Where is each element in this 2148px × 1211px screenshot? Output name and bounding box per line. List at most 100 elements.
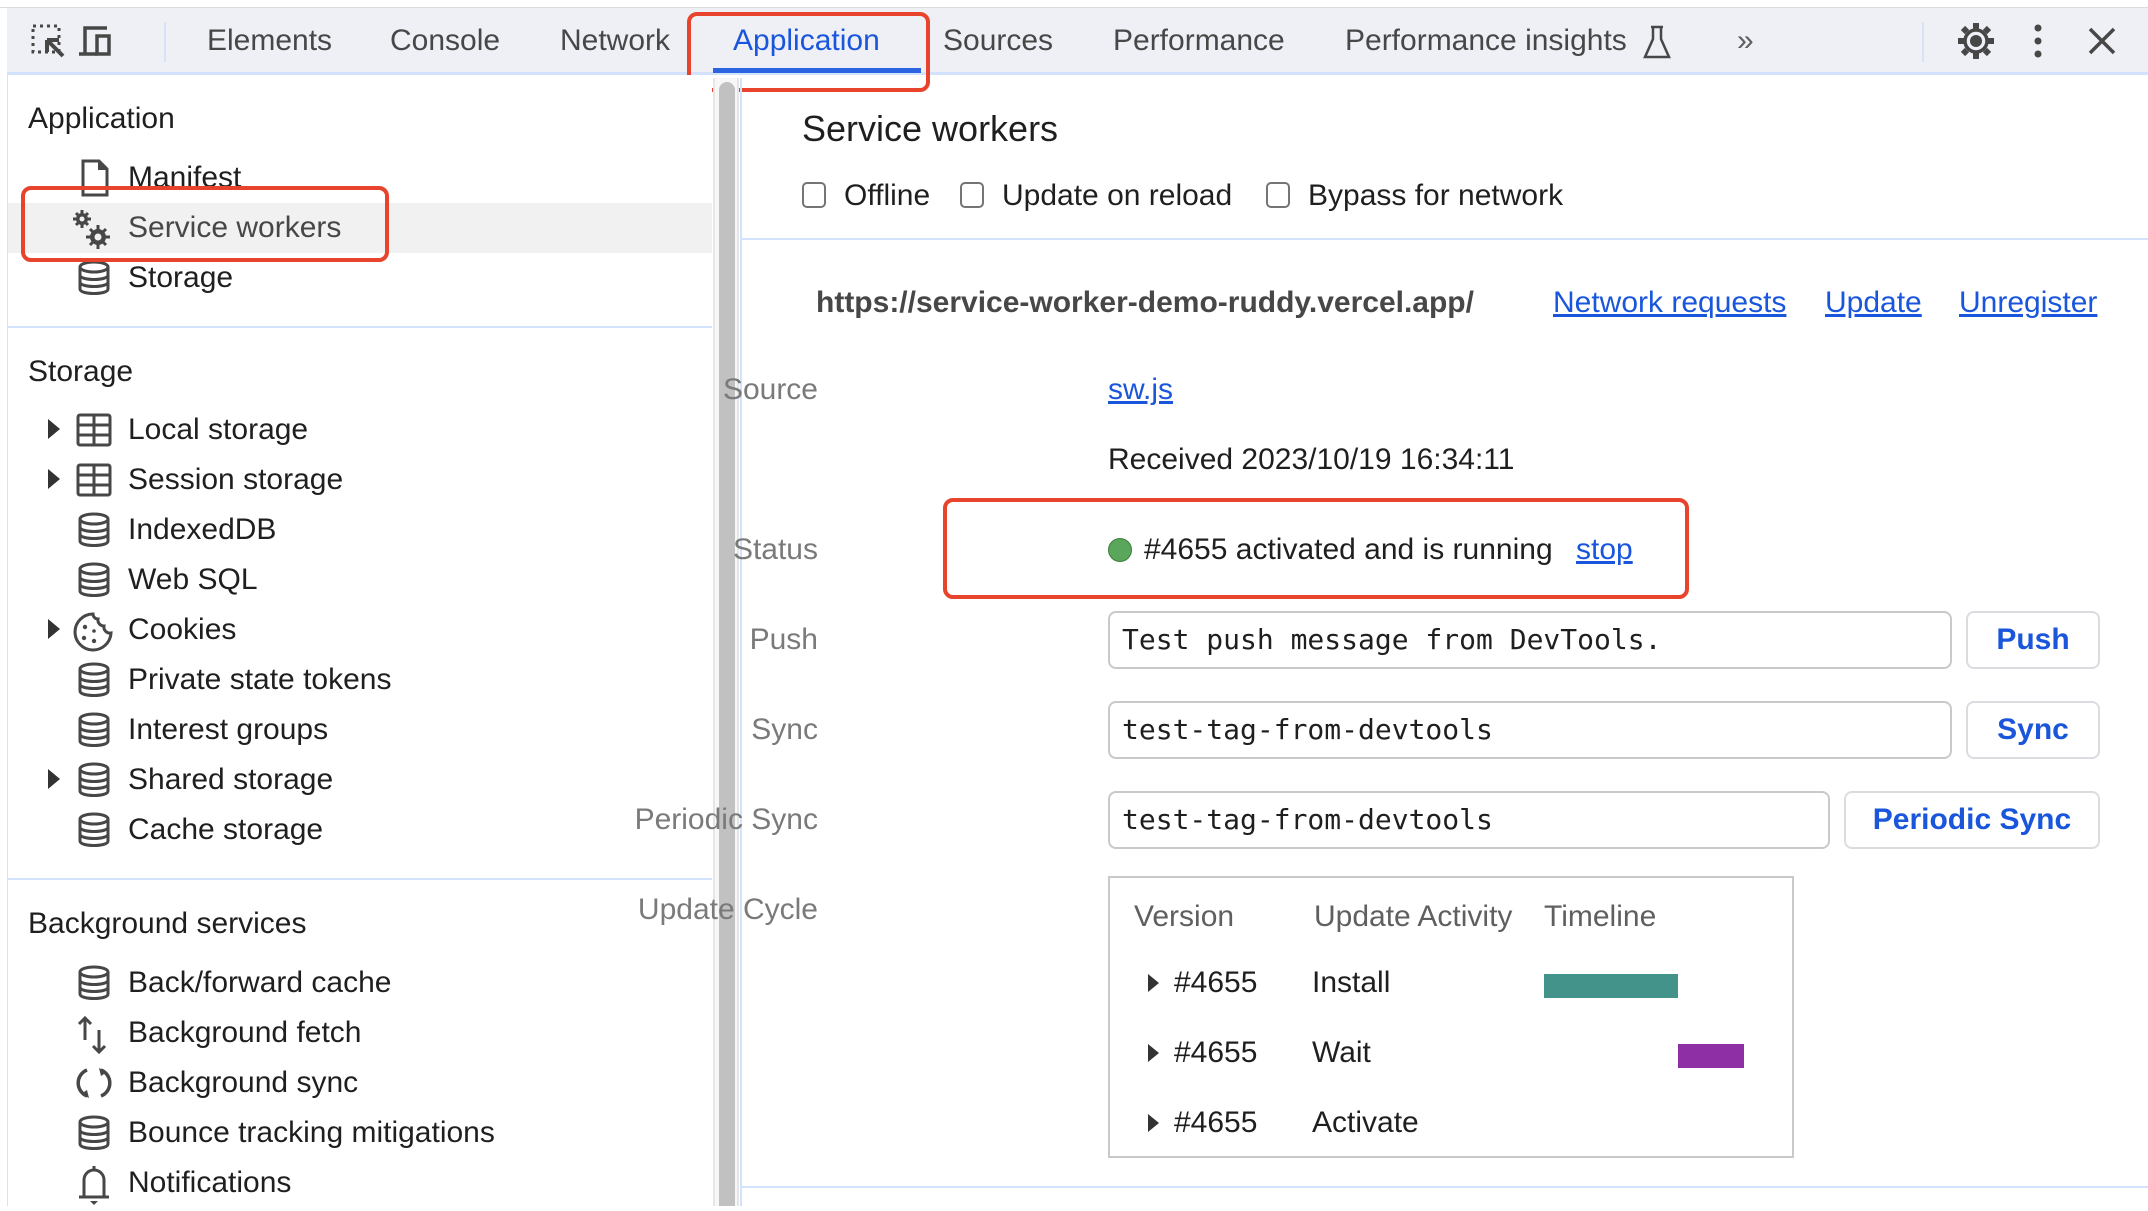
sync-button[interactable]: Sync xyxy=(1966,701,2100,759)
push-message-input[interactable]: Test push message from DevTools. xyxy=(1108,611,1952,669)
device-toolbar-icon[interactable] xyxy=(77,22,117,62)
update-cycle-row[interactable]: #4655 Install xyxy=(1110,960,1792,1010)
checkbox-box[interactable] xyxy=(802,182,826,208)
tab-application[interactable]: Application xyxy=(733,8,880,72)
row-version: #4655 xyxy=(1174,966,1258,999)
sidebar-item-bounce-tracking-mitigations[interactable]: Bounce tracking mitigations xyxy=(8,1108,712,1158)
inspect-element-icon[interactable] xyxy=(29,22,69,62)
sidebar-item-label: IndexedDB xyxy=(128,513,277,546)
sidebar-item-background-fetch[interactable]: Background fetch xyxy=(8,1008,712,1058)
flask-icon xyxy=(1643,25,1672,59)
expand-arrow-icon[interactable] xyxy=(1148,1114,1159,1132)
document-icon xyxy=(75,159,113,197)
periodic-sync-button[interactable]: Periodic Sync xyxy=(1844,791,2100,849)
checkbox-box[interactable] xyxy=(1266,182,1290,208)
database-icon xyxy=(75,964,113,1002)
update-cycle-table: Version Update Activity Timeline #4655 I… xyxy=(1108,876,1794,1158)
sidebar-item-back-forward-cache[interactable]: Back/forward cache xyxy=(8,958,712,1008)
expand-arrow-icon[interactable] xyxy=(48,469,60,489)
periodic-sync-tag-input[interactable]: test-tag-from-devtools xyxy=(1108,791,1830,849)
column-header-version: Version xyxy=(1134,900,1235,933)
network-requests-link[interactable]: Network requests xyxy=(1553,286,1786,320)
sidebar-item-session-storage[interactable]: Session storage xyxy=(8,455,712,505)
stop-link[interactable]: stop xyxy=(1576,533,1633,567)
update-cycle-row[interactable]: #4655 Wait xyxy=(1110,1030,1792,1080)
more-vertical-icon[interactable] xyxy=(2031,22,2045,60)
sidebar: Application Manifest Service workers Sto… xyxy=(7,75,712,1206)
tab-console[interactable]: Console xyxy=(390,8,500,72)
checkbox-label: Update on reload xyxy=(1002,179,1233,212)
tab-performance-insights[interactable]: Performance insights xyxy=(1345,8,1672,72)
sync-label: Sync xyxy=(751,713,818,746)
status-indicator-dot xyxy=(1108,538,1132,562)
tab-performance[interactable]: Performance xyxy=(1113,8,1285,72)
source-link[interactable]: sw.js xyxy=(1108,373,1173,407)
row-version: #4655 xyxy=(1174,1106,1258,1139)
column-header-timeline: Timeline xyxy=(1544,900,1657,933)
sidebar-item-label: Local storage xyxy=(128,413,309,446)
sidebar-item-interest-groups[interactable]: Interest groups xyxy=(8,705,712,755)
section-divider xyxy=(742,1186,2148,1188)
tab-sources[interactable]: Sources xyxy=(943,8,1053,72)
expand-arrow-icon[interactable] xyxy=(48,769,60,789)
expand-arrow-icon[interactable] xyxy=(1148,974,1159,992)
sidebar-item-background-sync[interactable]: Background sync xyxy=(8,1058,712,1108)
database-icon xyxy=(75,561,113,599)
sidebar-item-local-storage[interactable]: Local storage xyxy=(8,405,712,455)
sidebar-item-label: Shared storage xyxy=(128,763,334,796)
row-activity: Activate xyxy=(1312,1106,1419,1139)
section-divider xyxy=(8,326,712,328)
sidebar-item-label: Service workers xyxy=(128,211,342,244)
sidebar-item-notifications[interactable]: Notifications xyxy=(8,1158,712,1208)
sidebar-item-label: Interest groups xyxy=(128,713,329,746)
sidebar-item-storage[interactable]: Storage xyxy=(8,253,712,303)
sidebar-item-cache-storage[interactable]: Cache storage xyxy=(8,805,712,855)
received-timestamp: Received 2023/10/19 16:34:11 xyxy=(1108,443,1515,476)
sidebar-item-web-sql[interactable]: Web SQL xyxy=(8,555,712,605)
sidebar-item-label: Background sync xyxy=(128,1066,359,1099)
checkbox-label: Offline xyxy=(844,179,931,212)
section-title-background-services: Background services xyxy=(28,907,307,940)
expand-arrow-icon[interactable] xyxy=(1148,1044,1159,1062)
sidebar-item-cookies[interactable]: Cookies xyxy=(8,605,712,655)
gears-icon xyxy=(70,209,110,249)
settings-gear-icon[interactable] xyxy=(1955,20,1997,62)
tab-elements[interactable]: Elements xyxy=(207,8,332,72)
more-tabs-button[interactable]: » xyxy=(1737,8,1754,72)
sidebar-item-manifest[interactable]: Manifest xyxy=(8,153,712,203)
sync-tag-input[interactable]: test-tag-from-devtools xyxy=(1108,701,1952,759)
sidebar-item-label: Web SQL xyxy=(128,563,258,596)
push-button[interactable]: Push xyxy=(1966,611,2100,669)
sidebar-item-private-state-tokens[interactable]: Private state tokens xyxy=(8,655,712,705)
sidebar-item-label: Cookies xyxy=(128,613,237,646)
sidebar-item-label: Bounce tracking mitigations xyxy=(128,1116,495,1149)
sidebar-item-label: Private state tokens xyxy=(128,663,392,696)
column-header-update-activity: Update Activity xyxy=(1314,900,1513,933)
sidebar-item-label: Session storage xyxy=(128,463,344,496)
timeline-bar-wait xyxy=(1678,1044,1744,1068)
close-icon[interactable] xyxy=(2087,26,2117,56)
sidebar-item-label: Background fetch xyxy=(128,1016,362,1049)
sidebar-item-label: Cache storage xyxy=(128,813,324,846)
row-version: #4655 xyxy=(1174,1036,1258,1069)
sidebar-scrollbar-thumb[interactable] xyxy=(719,82,735,1206)
expand-arrow-icon[interactable] xyxy=(48,619,60,639)
sidebar-item-indexeddb[interactable]: IndexedDB xyxy=(8,505,712,555)
sidebar-item-label: Storage xyxy=(128,261,234,294)
unregister-link[interactable]: Unregister xyxy=(1959,286,2097,320)
service-worker-origin: https://service-worker-demo-ruddy.vercel… xyxy=(816,286,1474,319)
sidebar-item-service-workers[interactable]: Service workers xyxy=(8,203,712,253)
update-link[interactable]: Update xyxy=(1825,286,1922,320)
update-cycle-row[interactable]: #4655 Activate xyxy=(1110,1100,1792,1150)
checkbox-box[interactable] xyxy=(960,182,984,208)
section-divider xyxy=(8,878,712,880)
expand-arrow-icon[interactable] xyxy=(48,419,60,439)
sidebar-item-shared-storage[interactable]: Shared storage xyxy=(8,755,712,805)
cookie-icon xyxy=(72,611,113,652)
section-title-storage: Storage xyxy=(28,355,134,388)
tab-network[interactable]: Network xyxy=(560,8,670,72)
database-icon xyxy=(75,661,113,699)
active-tab-indicator xyxy=(713,68,921,73)
service-workers-panel: Service workers Offline Update on reload… xyxy=(635,78,2148,1206)
section-title-application: Application xyxy=(28,102,175,135)
